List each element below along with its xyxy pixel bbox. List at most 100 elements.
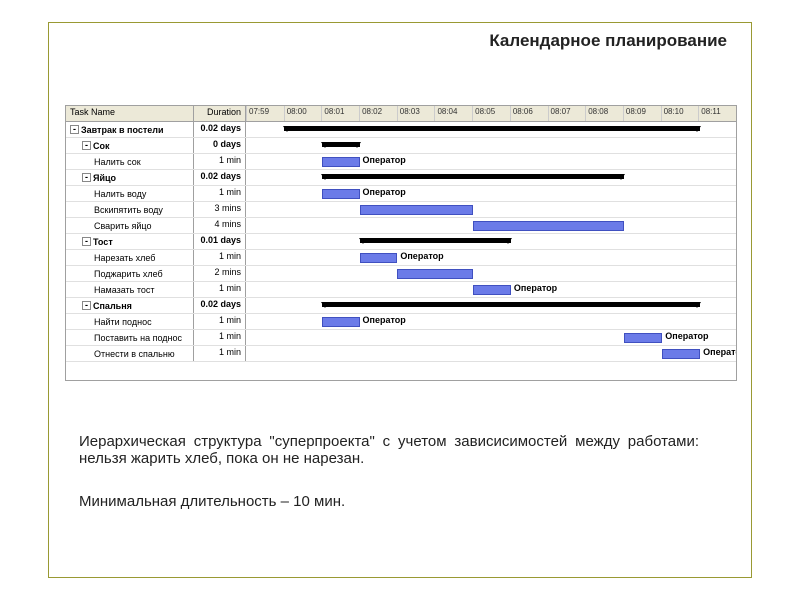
task-bar[interactable] — [322, 189, 360, 199]
time-tick: 08:09 — [623, 106, 661, 121]
task-name: Нарезать хлеб — [94, 253, 155, 263]
task-name-cell: Нарезать хлеб — [66, 250, 194, 265]
slide-frame: Календарное планирование Task Name Durat… — [48, 22, 752, 578]
time-tick: 08:11 — [698, 106, 736, 121]
resource-label: Оператор — [514, 283, 557, 293]
task-bar[interactable] — [322, 317, 360, 327]
summary-bar — [284, 126, 700, 131]
task-duration: 1 min — [194, 282, 246, 297]
task-chart-cell — [246, 234, 736, 249]
time-tick: 07:59 — [246, 106, 284, 121]
task-chart-cell: Оператор — [246, 282, 736, 297]
time-tick: 08:02 — [359, 106, 397, 121]
task-duration: 4 mins — [194, 218, 246, 233]
task-chart-cell — [246, 170, 736, 185]
task-duration: 1 min — [194, 330, 246, 345]
summary-row: -Тост0.01 days — [66, 234, 736, 250]
summary-bar — [322, 174, 625, 179]
task-duration: 1 min — [194, 186, 246, 201]
task-row: Поджарить хлеб 2 mins — [66, 266, 736, 282]
time-tick: 08:10 — [661, 106, 699, 121]
task-duration: 3 mins — [194, 202, 246, 217]
task-row: Нарезать хлеб 1 min Оператор — [66, 250, 736, 266]
task-name-cell: Отнести в спальню — [66, 346, 194, 361]
summary-row: -Яйцо0.02 days — [66, 170, 736, 186]
gantt-body: -Завтрак в постели0.02 days-Сок0 daysНал… — [66, 122, 736, 362]
caption-text-2: Минимальная длительность – 10 мин. — [79, 493, 699, 510]
time-tick: 08:05 — [472, 106, 510, 121]
task-name: Сварить яйцо — [94, 221, 152, 231]
task-name-cell: Налить сок — [66, 154, 194, 169]
task-row: Налить сок1 minОператор — [66, 154, 736, 170]
task-name: Яйцо — [93, 173, 116, 183]
task-row: Налить воду1 minОператор — [66, 186, 736, 202]
task-duration: 2 mins — [194, 266, 246, 281]
task-row: Сварить яйцо 4 mins — [66, 218, 736, 234]
gantt-chart: Task Name Duration 07:5908:0008:0108:020… — [65, 105, 737, 381]
task-duration: 1 min — [194, 346, 246, 361]
resource-label: Оператор — [665, 331, 708, 341]
task-duration: 0.02 days — [194, 298, 246, 313]
task-duration: 0.02 days — [194, 122, 246, 137]
task-chart-cell — [246, 138, 736, 153]
summary-bar — [322, 302, 700, 307]
task-name-cell: -Яйцо — [66, 170, 194, 185]
task-chart-cell — [246, 122, 736, 137]
task-name: Поджарить хлеб — [94, 269, 163, 279]
time-tick: 08:04 — [434, 106, 472, 121]
task-name: Намазать тост — [94, 285, 155, 295]
task-duration: 1 min — [194, 154, 246, 169]
task-chart-cell — [246, 266, 736, 281]
task-name-cell: Намазать тост — [66, 282, 194, 297]
task-bar[interactable] — [624, 333, 662, 343]
task-row: Найти поднос1 minОператор — [66, 314, 736, 330]
time-tick: 08:03 — [397, 106, 435, 121]
task-duration: 0.02 days — [194, 170, 246, 185]
task-duration: 0 days — [194, 138, 246, 153]
task-name: Найти поднос — [94, 317, 152, 327]
collapse-icon[interactable]: - — [82, 141, 91, 150]
task-chart-cell: Оператор — [246, 330, 736, 345]
task-chart-cell — [246, 298, 736, 313]
summary-bar — [322, 142, 360, 147]
resource-label: Оператор — [363, 187, 406, 197]
summary-bar — [360, 238, 511, 243]
gantt-header: Task Name Duration 07:5908:0008:0108:020… — [66, 106, 736, 122]
task-bar[interactable] — [473, 285, 511, 295]
task-chart-cell: Оператор — [246, 186, 736, 201]
task-name: Вскипятить воду — [94, 205, 163, 215]
collapse-icon[interactable]: - — [82, 237, 91, 246]
task-name-cell: Вскипятить воду — [66, 202, 194, 217]
task-name-cell: -Сок — [66, 138, 194, 153]
task-name-cell: -Спальня — [66, 298, 194, 313]
task-row: Намазать тост 1 min Оператор — [66, 282, 736, 298]
task-row: Поставить на поднос1 minОператор — [66, 330, 736, 346]
task-bar[interactable] — [473, 221, 624, 231]
task-name-cell: Найти поднос — [66, 314, 194, 329]
task-row: Отнести в спальню 1 min Оператор — [66, 346, 736, 362]
resource-label: Оператор — [363, 315, 406, 325]
time-axis: 07:5908:0008:0108:0208:0308:0408:0508:06… — [246, 106, 736, 121]
task-chart-cell — [246, 202, 736, 217]
task-duration: 0.01 days — [194, 234, 246, 249]
collapse-icon[interactable]: - — [82, 301, 91, 310]
resource-label: Оператор — [703, 347, 737, 357]
task-duration: 1 min — [194, 250, 246, 265]
page-title: Календарное планирование — [49, 31, 727, 51]
task-name-cell: -Тост — [66, 234, 194, 249]
summary-row: -Сок0 days — [66, 138, 736, 154]
col-header-name: Task Name — [66, 106, 194, 121]
task-bar[interactable] — [360, 205, 474, 215]
task-name: Спальня — [93, 301, 132, 311]
collapse-icon[interactable]: - — [70, 125, 79, 134]
task-chart-cell: Оператор — [246, 250, 736, 265]
col-header-duration: Duration — [194, 106, 246, 121]
task-bar[interactable] — [662, 349, 700, 359]
task-bar[interactable] — [397, 269, 473, 279]
task-name: Отнести в спальню — [94, 349, 175, 359]
task-bar[interactable] — [360, 253, 398, 263]
resource-label: Оператор — [400, 251, 443, 261]
time-tick: 08:00 — [284, 106, 322, 121]
task-bar[interactable] — [322, 157, 360, 167]
collapse-icon[interactable]: - — [82, 173, 91, 182]
